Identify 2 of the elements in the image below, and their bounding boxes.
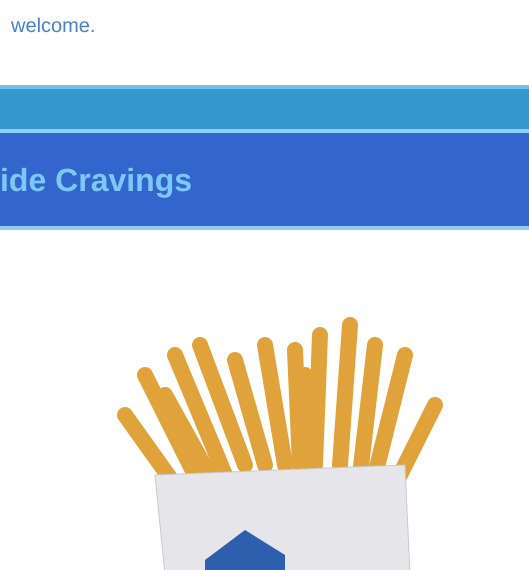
intro-text: welcome. [11,14,96,39]
section-heading: ide Cravings [0,164,192,196]
